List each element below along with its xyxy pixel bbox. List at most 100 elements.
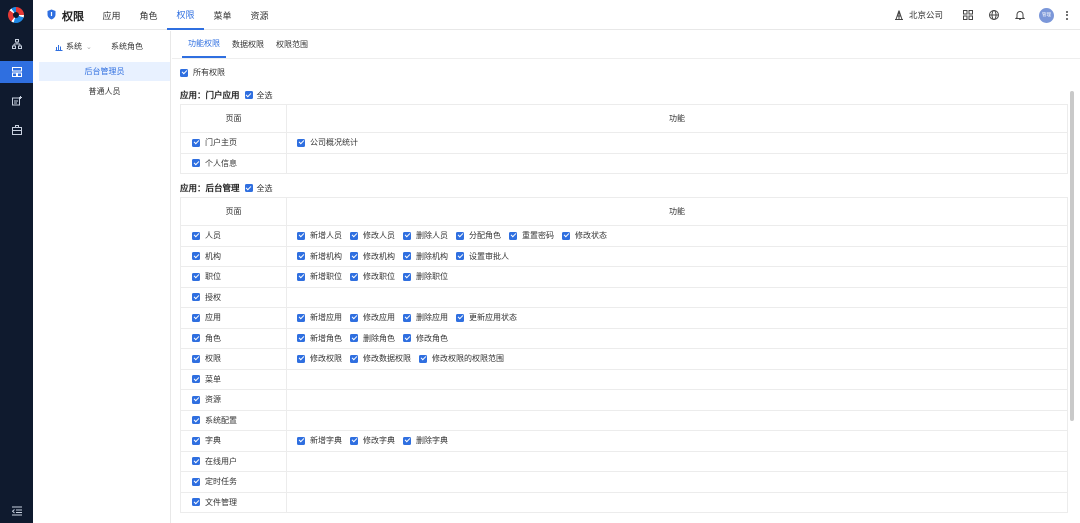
org-tree-icon[interactable] [0,33,33,55]
checkbox-checked-icon [192,395,200,404]
page-checkbox[interactable]: 字典 [192,435,221,446]
function-checkbox[interactable]: 新增应用 [297,312,342,323]
permission-subtabs: 功能权限 数据权限 权限范围 [182,31,314,58]
checkbox-checked-icon [192,354,200,363]
checkbox-checked-icon [403,436,411,445]
function-cell: 新增字典 修改字典 删除字典 [286,430,1068,452]
more-menu-icon[interactable] [1062,10,1072,20]
checkbox-checked-icon [562,231,570,240]
tab-function-permissions[interactable]: 功能权限 [182,31,226,58]
function-checkbox[interactable]: 修改字典 [350,435,395,446]
function-checkbox[interactable]: 修改人员 [350,230,395,241]
page-checkbox[interactable]: 人员 [192,230,221,241]
checkbox-checked-icon [192,498,200,506]
page-label: 菜单 [205,374,221,384]
top-nav-menus[interactable]: 菜单 [204,0,241,30]
page-checkbox[interactable]: 权限 [192,353,221,364]
function-cell [286,471,1068,493]
function-checkbox[interactable]: 新增职位 [297,271,342,282]
scrollbar[interactable] [1070,91,1074,421]
page-label: 机构 [205,251,221,261]
briefcase-icon[interactable] [0,119,33,141]
function-checkbox[interactable]: 新增人员 [297,230,342,241]
tab-data-permissions[interactable]: 数据权限 [226,31,270,58]
table-row: 人员 新增人员 修改人员 删除人员 分配角色 重置密码 修改状态 [180,225,1068,247]
company-switcher[interactable]: 北京公司 [894,9,943,21]
function-cell [286,409,1068,431]
function-checkbox[interactable]: 删除职位 [403,271,448,282]
permission-table: 页面 功能 门户主页 公司概况统计 个人信息 [180,104,1068,174]
table-row: 定时任务 [180,471,1068,493]
all-permissions-checkbox[interactable]: 所有权限 [180,67,225,78]
function-checkbox[interactable]: 修改数据权限 [350,353,411,364]
avatar[interactable]: 管理 [1039,7,1054,23]
page-cell: 系统配置 [180,409,287,431]
collapse-menu-icon[interactable] [0,500,33,522]
function-checkbox[interactable]: 公司概况统计 [297,137,358,148]
top-nav-permissions[interactable]: 权限 [167,0,204,30]
function-checkbox[interactable]: 分配角色 [456,230,501,241]
bell-icon[interactable] [1007,0,1033,30]
function-checkbox[interactable]: 修改机构 [350,251,395,262]
function-checkbox[interactable]: 新增机构 [297,251,342,262]
function-checkbox[interactable]: 新增字典 [297,435,342,446]
top-nav-resources[interactable]: 资源 [241,0,278,30]
page-label: 人员 [205,231,221,240]
page-checkbox[interactable]: 授权 [192,292,221,303]
top-right-tools: 北京公司 管理 [894,0,1072,30]
function-checkbox[interactable]: 删除机构 [403,251,448,262]
page-checkbox[interactable]: 在线用户 [192,456,237,467]
page-checkbox[interactable]: 应用 [192,312,221,323]
page-label: 文件管理 [205,497,237,507]
select-all-label: 全选 [256,90,273,100]
function-checkbox[interactable]: 修改权限 [297,353,342,364]
top-nav-apps[interactable]: 应用 [93,0,130,30]
page-label: 系统配置 [205,415,237,425]
function-checkbox[interactable]: 新增角色 [297,333,342,344]
function-checkbox[interactable]: 设置审批人 [456,251,509,262]
page-cell: 应用 [180,307,287,329]
select-all-checkbox[interactable]: 全选 [244,183,273,194]
page-checkbox[interactable]: 个人信息 [192,158,237,169]
function-checkbox[interactable]: 删除字典 [403,435,448,446]
function-checkbox[interactable]: 修改角色 [403,333,448,344]
role-item-staff[interactable]: 普通人员 [39,82,170,101]
role-item-admin[interactable]: 后台管理员 [39,62,170,81]
page-checkbox[interactable]: 定时任务 [192,476,237,487]
page-checkbox[interactable]: 门户主页 [192,137,237,148]
page-checkbox[interactable]: 资源 [192,394,221,405]
permission-table: 页面 功能 人员 新增人员 修改人员 删除人员 分配角色 重置密码 修改状态 机构 新增机构 修改机构… [180,197,1068,513]
function-checkbox[interactable]: 重置密码 [509,230,554,241]
shield-icon [47,9,56,20]
page-checkbox[interactable]: 角色 [192,333,221,344]
tab-permission-scope[interactable]: 权限范围 [270,31,314,58]
page-checkbox[interactable]: 职位 [192,271,221,282]
page-label: 个人信息 [205,158,237,168]
page-checkbox[interactable]: 系统配置 [192,415,237,426]
function-checkbox[interactable]: 删除角色 [350,333,395,344]
add-window-icon[interactable] [0,90,33,112]
function-label: 删除人员 [416,231,448,240]
globe-icon[interactable] [981,0,1007,30]
function-cell: 新增机构 修改机构 删除机构 设置审批人 [286,245,1068,267]
page-checkbox[interactable]: 机构 [192,251,221,262]
function-checkbox[interactable]: 删除应用 [403,312,448,323]
page-label: 权限 [205,354,221,363]
top-nav-roles[interactable]: 角色 [130,0,167,30]
function-checkbox[interactable]: 修改职位 [350,271,395,282]
page-label: 角色 [205,333,221,343]
apps-grid-icon[interactable] [955,0,981,30]
function-checkbox[interactable]: 删除人员 [403,230,448,241]
function-checkbox[interactable]: 更新应用状态 [456,312,517,323]
function-checkbox[interactable]: 修改状态 [562,230,607,241]
section-title: 应用：门户应用 [180,91,240,101]
function-checkbox[interactable]: 修改应用 [350,312,395,323]
function-checkbox[interactable]: 修改权限的权限范围 [419,353,504,364]
table-row: 菜单 [180,368,1068,390]
page-checkbox[interactable]: 文件管理 [192,497,237,508]
page-checkbox[interactable]: 菜单 [192,374,221,385]
system-selector[interactable]: 系统 ⌄ [55,41,92,52]
table-row: 门户主页 公司概况统计 [180,132,1068,154]
permission-grid-icon[interactable] [0,61,33,83]
select-all-checkbox[interactable]: 全选 [244,90,273,101]
